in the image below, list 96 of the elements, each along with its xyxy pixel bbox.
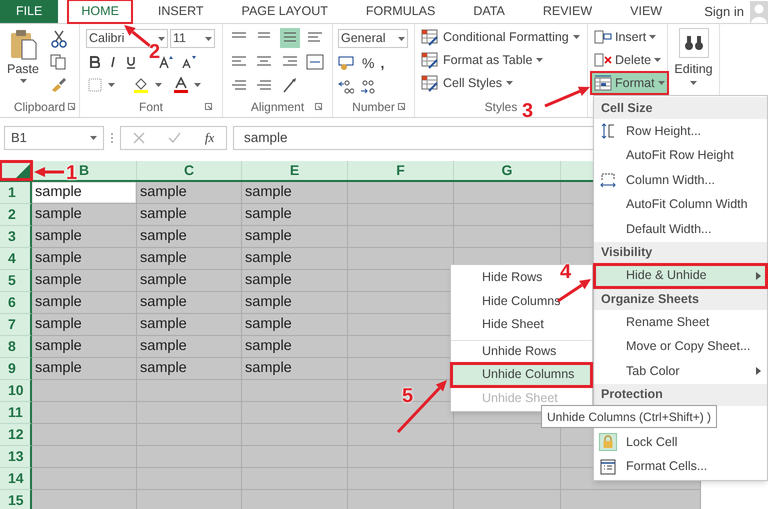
group-label: Number (352, 99, 395, 116)
ribbon-tab[interactable]: INSERT (146, 0, 216, 23)
menu-item[interactable]: Hide & Unhide (594, 264, 767, 288)
menu-item[interactable]: Unhide Rows (451, 340, 592, 363)
table-cell: sample (32, 248, 137, 270)
name-box[interactable]: B1 (4, 126, 104, 150)
table-cell: sample (242, 358, 348, 380)
table-cell: sample (242, 292, 348, 314)
menu-item[interactable]: AutoFit Row Height (594, 144, 767, 168)
table-cell: sample (32, 292, 137, 314)
menu-item[interactable]: Tab Color (594, 359, 767, 384)
table-cell: sample (242, 336, 348, 358)
comma-button[interactable]: , (380, 52, 384, 74)
step-number: 5 (402, 386, 414, 406)
table-cell: sample (137, 226, 242, 248)
menu-item[interactable]: Move or Copy Sheet... (594, 334, 767, 359)
insert-function-button[interactable]: fx (204, 128, 214, 148)
row-header[interactable]: 4 (0, 248, 32, 270)
row-header[interactable]: 9 (0, 358, 32, 380)
group-label: Alignment (250, 99, 304, 116)
menu-item[interactable]: Rename Sheet (594, 310, 767, 334)
row-header[interactable]: 8 (0, 336, 32, 358)
number-format-field[interactable]: General (338, 29, 408, 48)
cells-menu-button[interactable]: Insert (592, 27, 658, 47)
styles-menu-button[interactable]: Conditional Formatting (421, 27, 581, 47)
row-header[interactable]: 1 (0, 182, 32, 204)
step-number: 3 (522, 101, 534, 121)
table-cell: sample (137, 358, 242, 380)
table-cell: sample (242, 204, 348, 226)
row-header[interactable]: 12 (0, 424, 32, 446)
styles-menu-button[interactable]: Cell Styles (421, 73, 581, 93)
row-header[interactable]: 7 (0, 314, 32, 336)
menu-item[interactable]: Default Width... (594, 217, 767, 242)
menu-section-header: Visibility (601, 244, 652, 262)
table-cell: sample (242, 182, 348, 204)
table-cell: sample (137, 292, 242, 314)
group-label: Clipboard (14, 99, 66, 116)
column-header[interactable]: G (454, 161, 561, 180)
table-cell: sample (137, 248, 242, 270)
file-tab[interactable]: FILE (0, 0, 58, 23)
table-cell: sample (137, 270, 242, 292)
table-cell: sample (32, 226, 137, 248)
menu-section-header: Protection (601, 386, 663, 404)
column-header[interactable]: E (242, 161, 348, 180)
menu-item[interactable]: Hide Columns (451, 290, 592, 313)
active-cell: sample (32, 182, 137, 204)
menu-item[interactable]: Lock Cell (594, 430, 767, 454)
table-cell: sample (32, 314, 137, 336)
table-cell: sample (137, 204, 242, 226)
ribbon-tab[interactable]: FORMULAS (354, 0, 448, 23)
menu-item[interactable]: Hide Sheet (451, 313, 592, 336)
table-cell: sample (32, 358, 137, 380)
row-header[interactable]: 2 (0, 204, 32, 226)
menu-item[interactable]: Unhide Columns (451, 363, 592, 386)
cells-menu-button[interactable]: Format (592, 73, 667, 93)
paste-button[interactable]: Paste (6, 28, 40, 97)
ribbon-tab[interactable]: HOME (68, 0, 132, 23)
ribbon-tab[interactable]: VIEW (618, 0, 674, 23)
ribbon-tab[interactable]: REVIEW (530, 0, 604, 23)
table-cell: sample (242, 248, 348, 270)
group-label: Styles (484, 99, 518, 116)
row-header[interactable]: 11 (0, 402, 32, 424)
table-cell: sample (32, 336, 137, 358)
table-cell: sample (137, 336, 242, 358)
table-cell: sample (32, 204, 137, 226)
column-header[interactable]: F (348, 161, 454, 180)
menu-section-header: Organize Sheets (601, 290, 699, 308)
table-cell: sample (137, 182, 242, 204)
group-label: Font (138, 99, 163, 116)
table-cell: sample (32, 270, 137, 292)
font-size-field[interactable]: 11 (170, 29, 215, 48)
menu-item[interactable]: Format Cells... (594, 454, 767, 479)
row-header[interactable]: 6 (0, 292, 32, 314)
row-header[interactable]: 15 (0, 490, 32, 509)
step-number: 1 (66, 163, 78, 183)
ribbon-tab[interactable]: DATA (461, 0, 517, 23)
cells-menu-button[interactable]: Delete (592, 50, 664, 70)
percent-button[interactable]: % (362, 52, 374, 74)
table-cell: sample (242, 314, 348, 336)
row-header[interactable]: 5 (0, 270, 32, 292)
table-cell: sample (242, 270, 348, 292)
column-header[interactable]: C (137, 161, 242, 180)
table-cell: sample (242, 226, 348, 248)
table-cell: sample (137, 314, 242, 336)
ribbon-tab[interactable]: PAGE LAYOUT (230, 0, 340, 23)
row-header[interactable]: 13 (0, 446, 32, 468)
menu-item[interactable]: Column Width... (594, 168, 767, 192)
row-header[interactable]: 14 (0, 468, 32, 490)
sign-in-link[interactable]: Sign in (704, 2, 744, 22)
menu-section-header: Cell Size (601, 100, 652, 117)
row-header[interactable]: 3 (0, 226, 32, 248)
tooltip: Unhide Columns (Ctrl+Shift+) ) (541, 405, 718, 428)
row-header[interactable]: 10 (0, 380, 32, 402)
menu-item[interactable]: AutoFit Column Width (594, 192, 767, 217)
menu-item[interactable]: Row Height... (594, 119, 767, 144)
styles-menu-button[interactable]: Format as Table (421, 50, 581, 70)
